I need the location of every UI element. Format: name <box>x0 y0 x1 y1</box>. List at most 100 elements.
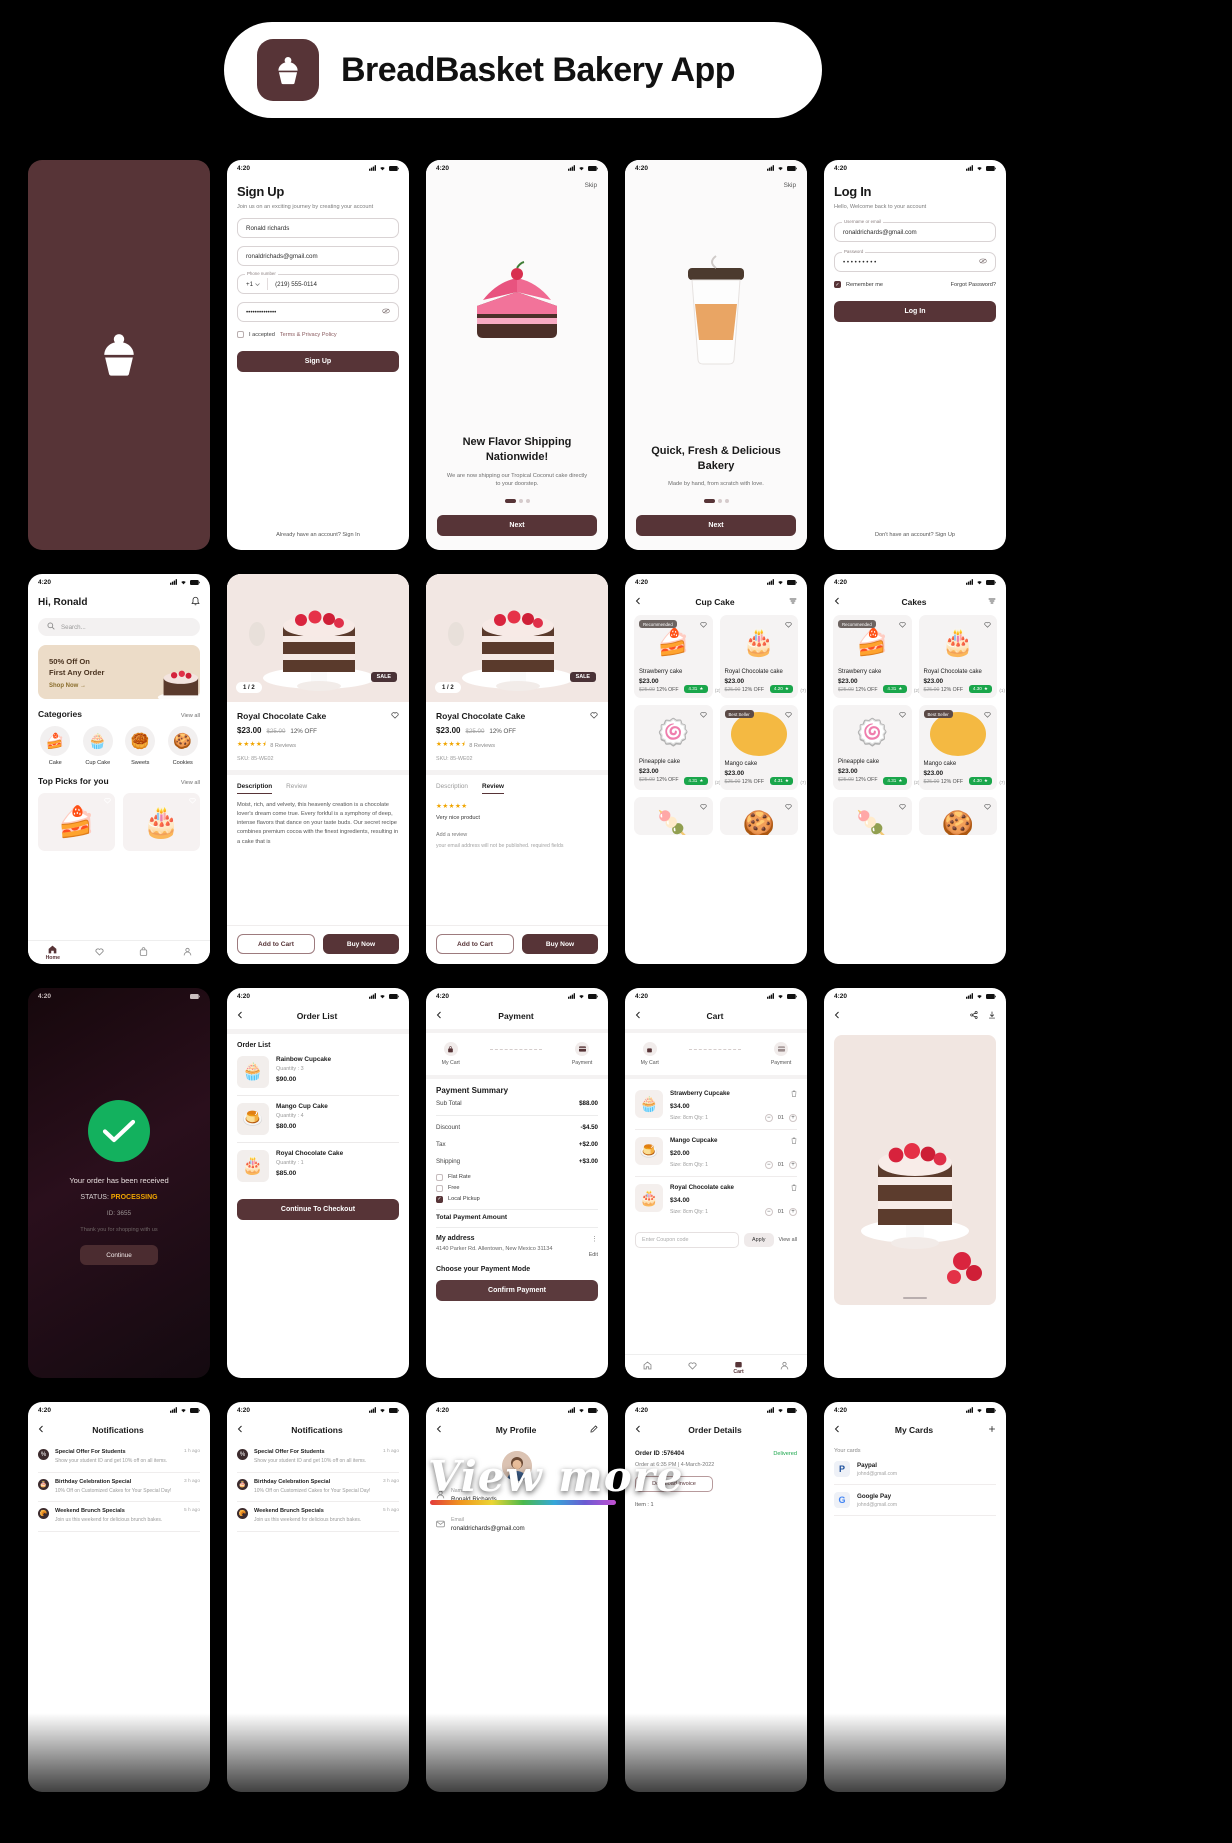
bell-icon[interactable] <box>191 596 200 609</box>
step-payment[interactable]: Payment <box>771 1042 791 1066</box>
buy-now-button[interactable]: Buy Now <box>323 934 399 954</box>
product-card[interactable]: 🍥 Pineapple cake $23.00 $25.00 12% OFF 4… <box>634 705 721 790</box>
tab-profile[interactable] <box>780 1361 789 1372</box>
delete-icon[interactable] <box>791 1137 797 1146</box>
heart-icon[interactable] <box>189 797 196 806</box>
tab-description[interactable]: Description <box>237 783 273 794</box>
tab-review[interactable]: Review <box>286 783 307 794</box>
categories-view-all[interactable]: View all <box>181 713 200 719</box>
dot-active[interactable] <box>703 499 715 503</box>
product-card[interactable]: 🍡 <box>833 797 912 835</box>
delete-icon[interactable] <box>791 1090 797 1099</box>
heart-icon[interactable] <box>984 711 991 720</box>
notification-item[interactable]: 🎂 Birthday Celebration Special 3 h ago 10… <box>237 1473 399 1502</box>
notification-item[interactable]: % Special Offer For Students 1 h ago Show… <box>237 1443 399 1473</box>
notification-item[interactable]: 🥐 Weekend Brunch Specials 5 h ago Join us… <box>237 1502 399 1532</box>
heart-icon[interactable] <box>590 711 598 721</box>
product-card[interactable]: 🍡 <box>634 797 713 835</box>
picks-view-all[interactable]: View all <box>181 780 200 786</box>
signup-footer-link[interactable]: Don't have an account? Sign Up <box>824 532 1006 538</box>
category-cookies[interactable]: 🍪 Cookies <box>166 726 201 766</box>
quantity-stepper[interactable]: − 01 + <box>764 1208 797 1216</box>
add-to-cart-button[interactable]: Add to Cart <box>436 934 514 954</box>
back-button[interactable] <box>635 597 641 607</box>
search-input[interactable]: Search... <box>38 618 200 636</box>
password-field[interactable]: •••••••••••••• <box>237 302 399 322</box>
tab-review[interactable]: Review <box>481 783 504 794</box>
terms-link[interactable]: Terms & Privacy Policy <box>280 332 337 338</box>
step-my-cart[interactable]: My Cart <box>442 1042 460 1066</box>
card-item[interactable]: P Paypal johnd@gmail.com <box>834 1454 996 1485</box>
shipping-option[interactable]: Free <box>436 1184 598 1192</box>
heart-icon[interactable] <box>984 803 991 812</box>
heart-icon[interactable] <box>104 797 111 806</box>
terms-checkbox[interactable] <box>237 331 244 338</box>
remember-checkbox[interactable]: ✓ <box>834 281 841 288</box>
product-card[interactable]: 🍪 <box>719 797 798 835</box>
category-sweets[interactable]: 🥮 Sweets <box>123 726 158 766</box>
shipping-option[interactable]: ✓ Local Pickup <box>436 1195 598 1203</box>
view-all-link[interactable]: View all <box>779 1237 797 1243</box>
dot[interactable] <box>518 499 523 503</box>
gallery-image[interactable] <box>834 1035 996 1305</box>
tab-profile[interactable] <box>183 947 192 958</box>
quantity-stepper[interactable]: − 01 + <box>764 1114 797 1122</box>
tab-wishlist[interactable] <box>95 947 104 958</box>
increment-button[interactable]: + <box>789 1208 797 1216</box>
password-field[interactable]: Password • • • • • • • • • <box>834 249 996 272</box>
back-button[interactable] <box>635 1425 641 1435</box>
pick-card[interactable]: 🍰 <box>38 793 115 851</box>
tab-home[interactable]: Home <box>46 945 60 961</box>
quantity-stepper[interactable]: − 01 + <box>764 1161 797 1169</box>
notification-item[interactable]: 🥐 Weekend Brunch Specials 5 h ago Join us… <box>38 1502 200 1532</box>
country-code-select[interactable]: +1 <box>246 278 269 290</box>
notification-item[interactable]: 🎂 Birthday Celebration Special 3 h ago 10… <box>38 1473 200 1502</box>
remember-me-toggle[interactable]: ✓ Remember me <box>834 281 883 288</box>
back-button[interactable] <box>834 1425 840 1435</box>
decrement-button[interactable]: − <box>764 1208 773 1216</box>
notification-item[interactable]: % Special Offer For Students 1 h ago Show… <box>38 1443 200 1473</box>
filter-icon[interactable] <box>988 597 996 607</box>
order-item[interactable]: 🍮 Mango Cup Cake Quantity : 4 $80.00 <box>237 1096 399 1143</box>
back-button[interactable] <box>436 1011 442 1021</box>
dot[interactable] <box>525 499 530 503</box>
coupon-input[interactable]: Enter Coupon code <box>635 1232 740 1248</box>
eye-icon[interactable] <box>382 308 390 316</box>
heart-icon[interactable] <box>699 803 707 812</box>
email-field[interactable]: ronaldrichads@gmail.com <box>237 246 399 266</box>
forgot-password-link[interactable]: Forgot Password? <box>951 282 996 288</box>
order-item[interactable]: 🎂 Royal Chocolate Cake Quantity : 1 $85.… <box>237 1143 399 1189</box>
heart-icon[interactable] <box>898 711 906 720</box>
heart-icon[interactable] <box>391 711 399 721</box>
increment-button[interactable]: + <box>789 1161 797 1169</box>
increment-button[interactable]: + <box>789 1114 797 1122</box>
back-button[interactable] <box>237 1011 243 1021</box>
product-card[interactable]: Best Seller Mango cake $23.00 $25.00 12%… <box>719 705 806 790</box>
next-button[interactable]: Next <box>636 515 796 536</box>
download-icon[interactable] <box>988 1011 996 1021</box>
step-payment[interactable]: Payment <box>572 1042 592 1066</box>
product-card[interactable]: 🎂 Royal Chocolate cake $23.00 $25.00 12%… <box>719 615 806 698</box>
dot[interactable] <box>724 499 729 503</box>
card-item[interactable]: G Google Pay johnd@gmail.com <box>834 1485 996 1516</box>
product-card[interactable]: Recommended 🍰 Strawberry cake $23.00 $25… <box>634 615 721 698</box>
signup-button[interactable]: Sign Up <box>237 351 399 372</box>
back-button[interactable] <box>635 1011 641 1021</box>
edit-address-link[interactable]: Edit <box>589 1252 598 1258</box>
tab-cart[interactable]: Cart <box>733 1359 744 1375</box>
filter-icon[interactable] <box>789 597 797 607</box>
shipping-option[interactable]: Flat Rate <box>436 1173 598 1181</box>
phone-field[interactable]: Phone number +1 (219) 555-0114 <box>237 271 399 294</box>
skip-button[interactable]: Skip <box>585 182 597 189</box>
next-button[interactable]: Next <box>437 515 597 536</box>
apply-coupon-button[interactable]: Apply <box>744 1233 774 1247</box>
product-card[interactable]: 🍪 <box>918 797 997 835</box>
back-button[interactable] <box>237 1425 243 1435</box>
tab-cart[interactable] <box>139 947 148 958</box>
terms-checkbox-row[interactable]: I accepted Terms & Privacy Policy <box>237 331 399 338</box>
product-card[interactable]: 🎂 Royal Chocolate cake $23.00 $25.00 12%… <box>918 615 1005 698</box>
share-icon[interactable] <box>970 1011 978 1021</box>
back-button[interactable] <box>38 1425 44 1435</box>
heart-icon[interactable] <box>898 621 906 630</box>
promo-banner[interactable]: 50% Off On First Any Order Shop Now → <box>38 645 200 699</box>
